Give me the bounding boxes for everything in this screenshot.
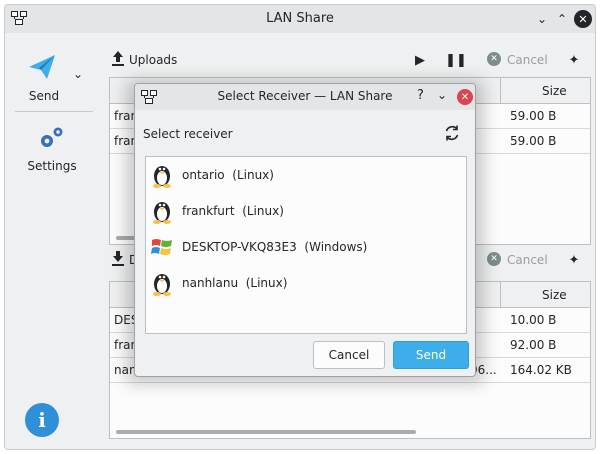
receiver-name: ontario xyxy=(182,168,225,182)
size-cell: 164.02 KB xyxy=(510,363,572,377)
receiver-item-nanhlanu[interactable]: nanhlanu (Linux) xyxy=(146,265,466,301)
receiver-item-ontario[interactable]: ontario (Linux) xyxy=(146,157,466,193)
dialog-title-bar: Select Receiver — LAN Share ? ⌄ ✕ xyxy=(135,84,475,110)
column-divider xyxy=(500,282,501,308)
uploads-header: Uploads ▶​ ❚❚ ✕ Cancel ✦ xyxy=(109,49,591,73)
clear-button[interactable]: ✦ xyxy=(565,51,583,69)
cancel-icon: ✕ xyxy=(487,252,501,266)
receiver-os: (Linux) xyxy=(242,204,284,218)
linux-tux-icon xyxy=(153,166,171,188)
select-receiver-dialog: Select Receiver — LAN Share ? ⌄ ✕ Select… xyxy=(134,83,476,377)
sidebar-item-settings-label: Settings xyxy=(27,159,77,173)
minimize-button[interactable]: ⌄ xyxy=(533,10,551,28)
window-title: LAN Share xyxy=(266,11,334,26)
receiver-item-frankfurt[interactable]: frankfurt (Linux) xyxy=(146,193,466,229)
receiver-list[interactable]: ontario (Linux) frankfurt (Linux) DESKTO… xyxy=(145,156,467,334)
close-icon: ✕ xyxy=(578,12,588,26)
help-button[interactable]: ? xyxy=(417,88,424,103)
receiver-name: nanhlanu xyxy=(182,276,239,290)
receiver-name: DESKTOP-VKQ83E3 xyxy=(182,240,297,254)
size-cell: 92.00 B xyxy=(510,338,557,352)
sidebar-item-send[interactable]: ⌄ Send xyxy=(5,47,99,107)
sidebar: ⌄ Send Settings i xyxy=(5,33,99,449)
chevron-up-icon: ⌃ xyxy=(556,12,568,26)
maximize-button[interactable]: ⌃ xyxy=(553,10,571,28)
size-column-header[interactable]: Size xyxy=(542,84,567,98)
size-column-header[interactable]: Size xyxy=(542,288,567,302)
receiver-name: frankfurt xyxy=(182,204,235,218)
info-icon[interactable]: i xyxy=(25,403,59,437)
receiver-item-desktop-vkq83e3[interactable]: DESKTOP-VKQ83E3 (Windows) xyxy=(146,229,466,265)
chevron-down-icon[interactable]: ⌄ xyxy=(437,88,447,102)
sidebar-divider xyxy=(15,111,93,112)
linux-tux-icon xyxy=(153,274,171,296)
size-cell: 59.00 B xyxy=(510,134,557,148)
sidebar-item-settings[interactable]: Settings xyxy=(5,121,99,181)
downloads-cancel-button[interactable]: Cancel xyxy=(507,253,548,267)
receiver-os: (Linux) xyxy=(245,276,288,290)
dialog-close-button[interactable]: ✕ xyxy=(457,89,473,105)
dialog-send-button[interactable]: Send xyxy=(393,341,469,369)
chevron-down-icon: ⌄ xyxy=(536,12,548,26)
pause-icon: ❚❚ xyxy=(445,52,467,68)
select-receiver-label: Select receiver xyxy=(143,127,233,141)
dialog-title: Select Receiver — LAN Share xyxy=(217,89,393,103)
receiver-label: DESKTOP-VKQ83E3 (Windows) xyxy=(182,240,367,254)
close-icon: ✕ xyxy=(460,91,470,103)
column-divider xyxy=(500,78,501,104)
receiver-label: frankfurt (Linux) xyxy=(182,204,284,218)
upload-arrow-icon xyxy=(112,51,124,66)
resume-button[interactable]: ▶​ xyxy=(411,51,429,69)
close-button[interactable]: ✕ xyxy=(574,10,592,28)
gears-icon xyxy=(41,127,63,147)
title-bar: LAN Share ⌄ ⌃ ✕ xyxy=(5,5,595,33)
refresh-icon[interactable] xyxy=(443,124,461,142)
windows-logo-icon xyxy=(151,239,172,255)
receiver-os: (Linux) xyxy=(232,168,274,182)
cancel-icon: ✕ xyxy=(487,52,501,66)
receiver-label: ontario (Linux) xyxy=(182,168,274,182)
pause-button[interactable]: ❚❚ xyxy=(445,51,467,69)
broom-icon: ✦ xyxy=(568,252,580,268)
play-pause-icon: ▶​ xyxy=(415,52,425,68)
broom-icon: ✦ xyxy=(568,52,580,68)
uploads-cancel-button[interactable]: Cancel xyxy=(507,53,548,67)
dropdown-arrow-icon[interactable]: ⌄ xyxy=(73,67,83,81)
clear-button[interactable]: ✦ xyxy=(565,251,583,269)
paper-plane-icon xyxy=(29,55,55,79)
dialog-cancel-button[interactable]: Cancel xyxy=(313,341,385,369)
linux-tux-icon xyxy=(153,202,171,224)
size-cell: 10.00 B xyxy=(510,313,557,327)
sidebar-item-send-label: Send xyxy=(28,89,60,103)
uploads-label: Uploads xyxy=(129,53,178,67)
download-arrow-icon xyxy=(112,251,124,266)
size-cell: 59.00 B xyxy=(510,109,557,123)
receiver-label: nanhlanu (Linux) xyxy=(182,276,287,290)
horizontal-scrollbar[interactable] xyxy=(116,430,416,434)
receiver-os: (Windows) xyxy=(304,240,368,254)
